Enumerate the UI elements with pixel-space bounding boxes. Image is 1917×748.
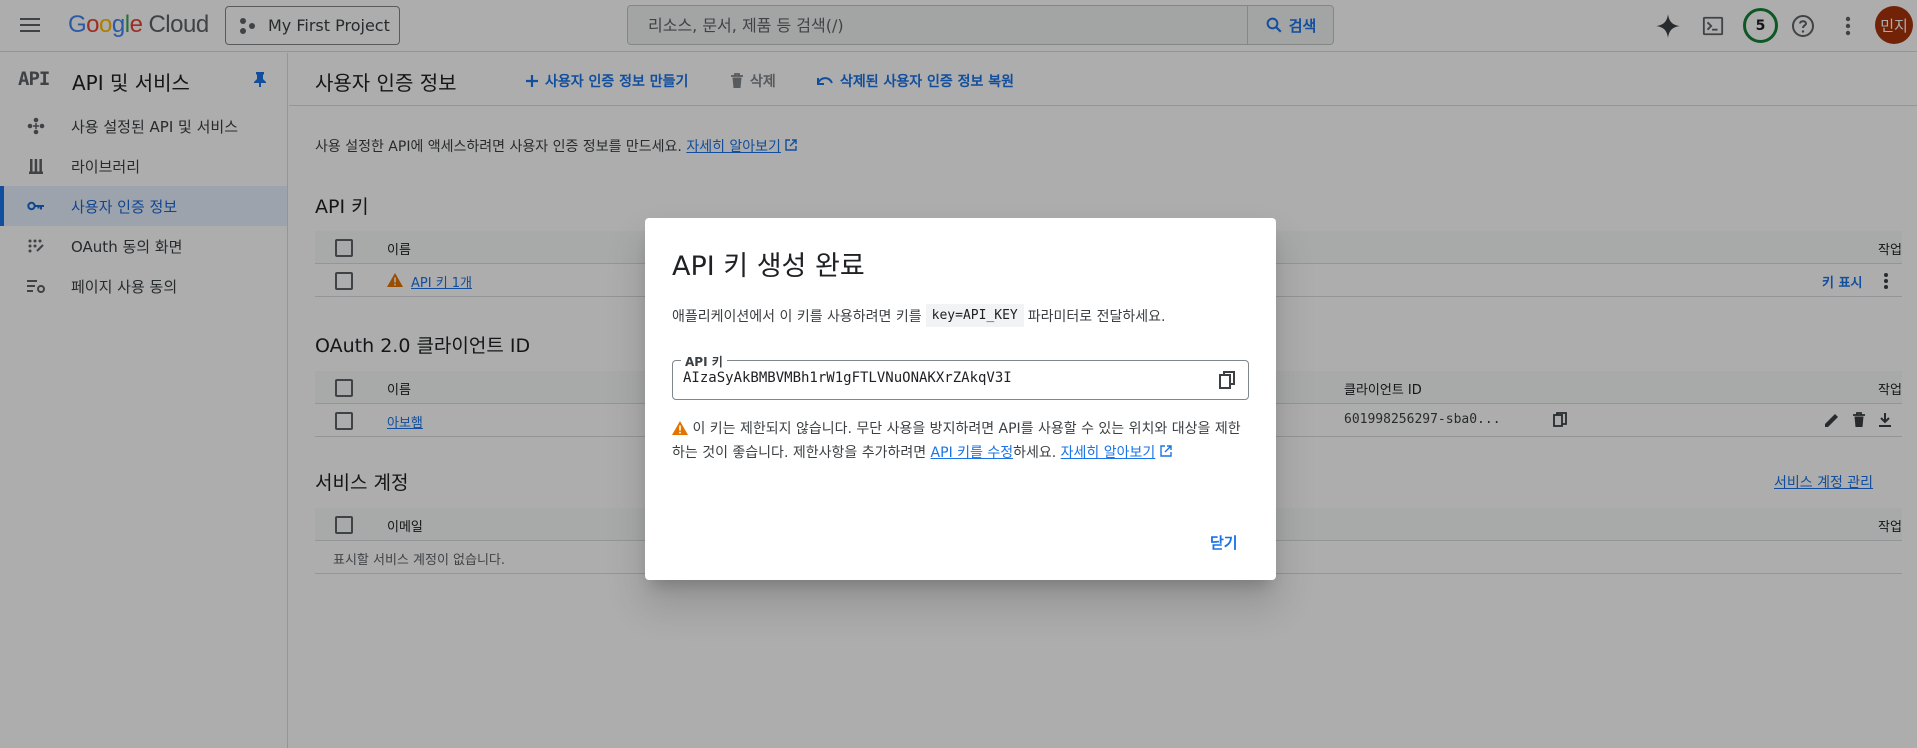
unrestricted-key-warning: 이 키는 제한되지 않습니다. 무단 사용을 방지하려면 API를 사용할 수 …: [672, 421, 1241, 461]
api-key-created-dialog: API 키 생성 완료 애플리케이션에서 이 키를 사용하려면 키를 key=A…: [645, 218, 1276, 580]
warning-icon: [672, 421, 688, 435]
key-param-code: key=API_KEY: [925, 304, 1024, 327]
learn-more-link[interactable]: 자세히 알아보기: [1061, 445, 1156, 461]
api-key-input[interactable]: [683, 370, 1203, 386]
external-link-icon: [1160, 445, 1172, 457]
copy-icon[interactable]: [1216, 369, 1238, 391]
close-button[interactable]: 닫기: [1210, 532, 1238, 553]
api-key-field-label: API 키: [681, 353, 727, 370]
edit-api-key-link[interactable]: API 키를 수정: [931, 445, 1014, 461]
api-key-field: API 키: [672, 353, 1249, 400]
dialog-title: API 키 생성 완료: [672, 251, 865, 282]
dialog-description: 애플리케이션에서 이 키를 사용하려면 키를 key=API_KEY 파라미터로…: [672, 304, 1165, 327]
